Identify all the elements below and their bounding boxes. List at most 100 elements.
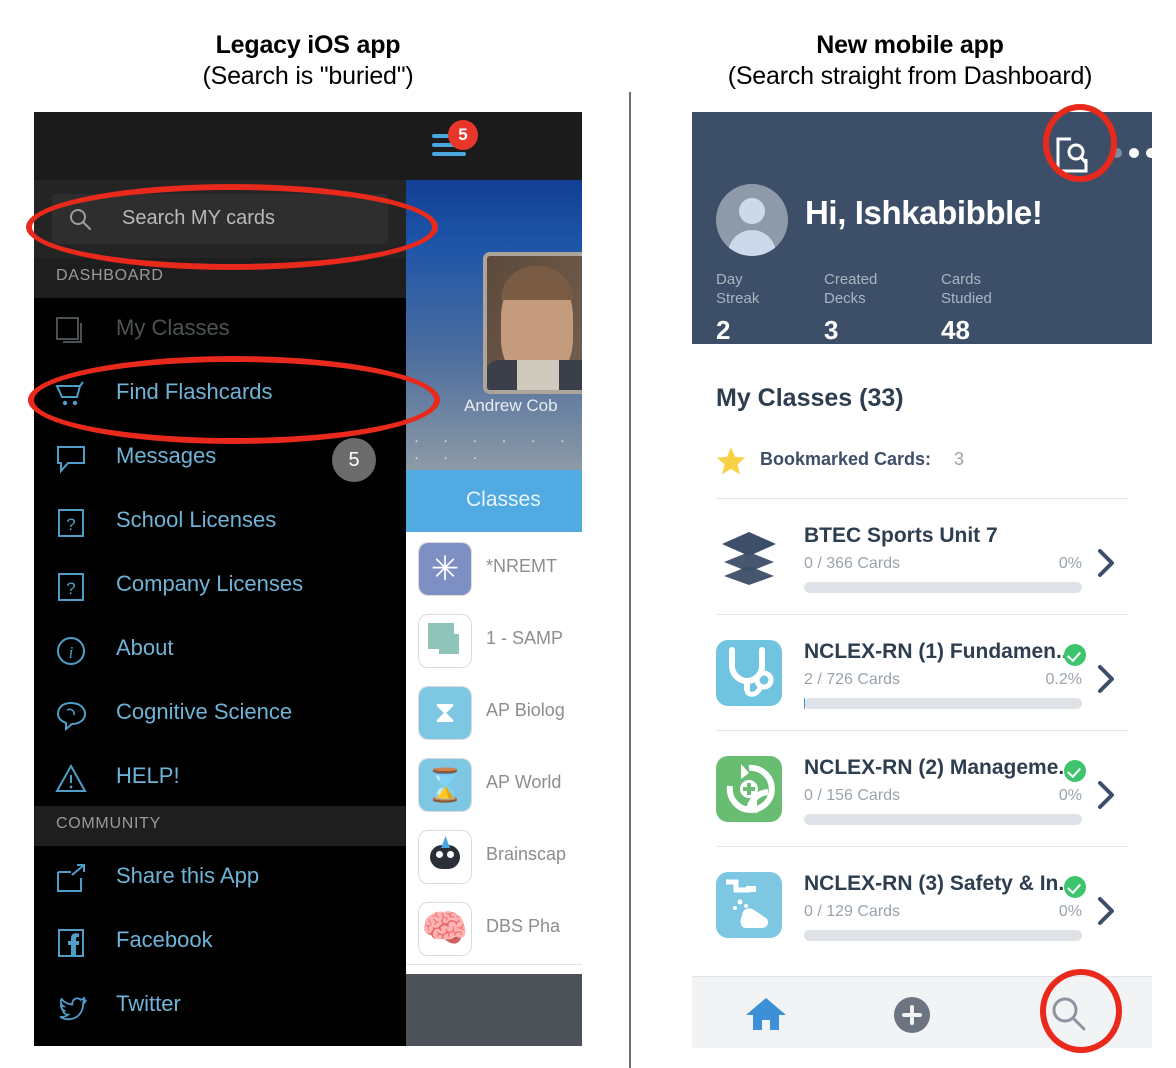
- class-title: NCLEX-RN (3) Safety & In...: [804, 872, 1076, 895]
- chevron-right-icon[interactable]: [1096, 780, 1116, 810]
- question-box-icon: ?: [54, 570, 88, 604]
- right-caption: New mobile app (Search straight from Das…: [660, 30, 1160, 92]
- sidebar-item-help[interactable]: HELP!: [34, 746, 406, 810]
- left-caption-subtitle: (Search is "buried"): [202, 62, 414, 90]
- sidebar-item-cognitive-science[interactable]: Cognitive Science: [34, 682, 406, 746]
- legacy-bottom-overlay: [406, 974, 582, 1046]
- progress-bar: [804, 698, 1082, 709]
- sidebar-item-school-licenses[interactable]: ? School Licenses: [34, 490, 406, 554]
- page-title: My Classes (33): [716, 384, 904, 412]
- facebook-icon: [54, 926, 88, 960]
- legacy-side-drawer: Search MY cards DASHBOARD My Classes Find…: [34, 112, 406, 1046]
- brainscape-mascot-icon: [418, 830, 472, 884]
- sidebar-item-share-this-app[interactable]: Share this App: [34, 846, 406, 910]
- search-icon: [70, 209, 91, 230]
- verified-badge-icon: [1064, 876, 1086, 898]
- right-caption-title: New mobile app: [816, 31, 1004, 59]
- legacy-class-row[interactable]: ⧗ AP Biolog: [406, 676, 582, 749]
- stat-2: Cards Studied 48: [941, 270, 992, 346]
- twitter-bird-icon: [54, 990, 88, 1024]
- svg-text:i: i: [69, 643, 74, 662]
- sidebar-item-label: Find Flashcards: [116, 379, 273, 404]
- left-caption-title: Legacy iOS app: [215, 31, 401, 59]
- sidebar-item-label: About: [116, 635, 174, 660]
- star-icon: [716, 447, 746, 475]
- stat-label: Created Decks: [824, 271, 878, 307]
- more-dots-icon[interactable]: [1112, 148, 1152, 158]
- brain-bubble-icon: [54, 698, 88, 732]
- home-icon[interactable]: [744, 995, 788, 1033]
- class-title: BTEC Sports Unit 7: [804, 524, 998, 547]
- sidebar-item-facebook[interactable]: Facebook: [34, 910, 406, 974]
- speech-bubble-icon: [54, 442, 88, 476]
- legacy-class-label: 1 - SAMP: [486, 628, 564, 648]
- legacy-class-row[interactable]: ⌛ AP World: [406, 748, 582, 821]
- chevron-right-icon[interactable]: [1096, 896, 1116, 926]
- search-input[interactable]: Search MY cards: [52, 194, 388, 244]
- chevron-right-icon[interactable]: [1096, 548, 1116, 578]
- row-separator: [716, 498, 1128, 499]
- brain-icon: 🧠: [418, 902, 472, 956]
- hourglass-icon: ⌛: [418, 758, 472, 812]
- carousel-dots: · · · · · · · · ·: [414, 432, 575, 466]
- legacy-background-app: 5 Andrew Cob · · · · · · · · · Classes ✳…: [406, 112, 582, 1046]
- bookmarked-cards-label: Bookmarked Cards:: [760, 449, 932, 469]
- svg-text:?: ?: [66, 579, 75, 598]
- legacy-class-row[interactable]: 1 - SAMP: [406, 604, 582, 677]
- sidebar-item-label: Company Licenses: [116, 571, 304, 596]
- legacy-class-row[interactable]: 🧠 DBS Pha: [406, 892, 582, 965]
- verified-badge-icon: [1064, 644, 1086, 666]
- search-icon[interactable]: [1050, 995, 1088, 1033]
- notification-badge: 5: [448, 120, 478, 150]
- slide-root: Legacy iOS app (Search is "buried") New …: [0, 0, 1176, 1068]
- plus-circle-icon[interactable]: [894, 997, 930, 1033]
- document-search-icon[interactable]: [1055, 137, 1089, 173]
- section-header-dashboard-label: DASHBOARD: [56, 267, 164, 284]
- stat-value: 3: [824, 315, 839, 345]
- sidebar-item-company-licenses[interactable]: ? Company Licenses: [34, 554, 406, 618]
- sidebar-item-about[interactable]: i About: [34, 618, 406, 682]
- row-separator: [716, 614, 1128, 615]
- class-row[interactable]: BTEC Sports Unit 7 0 / 366 Cards 0%: [692, 508, 1152, 620]
- drawer-top-spacer: [34, 112, 406, 180]
- sidebar-item-find-flashcards[interactable]: Find Flashcards: [34, 362, 406, 426]
- legacy-class-row[interactable]: ✳ *NREMT: [406, 532, 582, 605]
- class-title: NCLEX-RN (2) Manageme...: [804, 756, 1076, 779]
- legacy-status-bar: 5: [406, 112, 582, 180]
- section-header-community: COMMUNITY: [34, 806, 406, 846]
- stat-0: Day Streak 2: [716, 270, 759, 346]
- stat-1: Created Decks 3: [824, 270, 877, 346]
- profile-name: Andrew Cob: [464, 396, 558, 415]
- classes-tab-label: Classes: [466, 488, 541, 511]
- row-separator: [716, 846, 1128, 847]
- sidebar-item-label: My Classes: [116, 315, 230, 340]
- legacy-ios-screenshot: 5 Andrew Cob · · · · · · · · · Classes ✳…: [34, 112, 582, 1046]
- dashboard-header: Hi, Ishkabibble!: [692, 112, 1152, 344]
- right-caption-subtitle: (Search straight from Dashboard): [727, 62, 1093, 90]
- sidebar-item-label: Share this App: [116, 863, 260, 888]
- sidebar-item-my-classes[interactable]: My Classes: [34, 298, 406, 362]
- class-row[interactable]: NCLEX-RN (1) Fundamen... 2 / 726 Cards 0.2…: [692, 624, 1152, 736]
- chevron-right-icon[interactable]: [1096, 664, 1116, 694]
- recycle-plus-icon: [716, 756, 782, 822]
- section-header-community-label: COMMUNITY: [56, 815, 161, 832]
- share-box-icon: [54, 862, 88, 896]
- handwashing-icon: [716, 872, 782, 938]
- sidebar-item-label: HELP!: [116, 763, 180, 788]
- stat-value: 2: [716, 315, 731, 345]
- user-avatar-icon[interactable]: [716, 184, 788, 256]
- class-row[interactable]: NCLEX-RN (2) Manageme... 0 / 156 Cards 0%: [692, 740, 1152, 852]
- warning-triangle-icon: [54, 762, 88, 796]
- legacy-class-row[interactable]: Brainscap: [406, 820, 582, 893]
- bookmarked-cards-row[interactable]: Bookmarked Cards: 3: [716, 444, 1128, 478]
- progress-bar: [804, 814, 1082, 825]
- class-row[interactable]: NCLEX-RN (3) Safety & In... 0 / 129 Cards…: [692, 856, 1152, 968]
- bottom-tab-bar: [692, 976, 1152, 1048]
- shopping-cart-icon: [54, 378, 88, 412]
- legacy-class-label: DBS Pha: [486, 916, 561, 936]
- classes-tab[interactable]: Classes: [406, 470, 582, 532]
- legacy-class-label: Brainscap: [486, 844, 567, 864]
- sidebar-item-twitter[interactable]: Twitter: [34, 974, 406, 1038]
- sidebar-item-messages[interactable]: Messages 5: [34, 426, 406, 490]
- class-cards-count: 0 / 156 Cards: [804, 787, 901, 804]
